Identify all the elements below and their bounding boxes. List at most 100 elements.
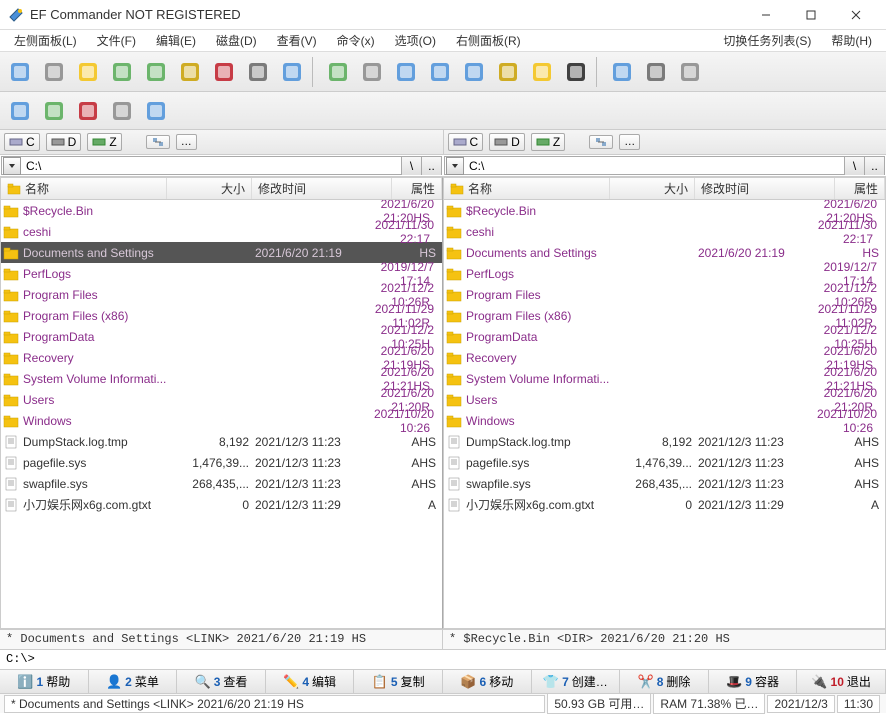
path-up-right[interactable]: .. bbox=[864, 157, 884, 175]
folder-icon bbox=[3, 204, 19, 218]
path-drop-right[interactable] bbox=[446, 157, 464, 175]
toolbtn-printer2[interactable] bbox=[640, 56, 672, 88]
toolbtn-world-audio[interactable] bbox=[140, 95, 172, 127]
table-row[interactable]: ceshi2021/11/30 22:17 bbox=[444, 221, 885, 242]
menu-tasklist[interactable]: 切换任务列表(S) bbox=[713, 30, 821, 51]
toolbtn-pyramid[interactable] bbox=[492, 56, 524, 88]
fn-菜单[interactable]: 👤2 菜单 bbox=[89, 670, 178, 693]
toolbtn-network[interactable] bbox=[458, 56, 490, 88]
col-size[interactable]: 大小 bbox=[610, 178, 695, 199]
col-attr[interactable]: 属性 bbox=[392, 178, 442, 199]
folder-icon bbox=[446, 351, 462, 365]
table-row[interactable]: DumpStack.log.tmp8,1922021/12/3 11:23AHS bbox=[444, 431, 885, 452]
drive-c-left[interactable]: C bbox=[4, 133, 40, 151]
toolbtn-folder-nav[interactable] bbox=[606, 56, 638, 88]
drive-z-right[interactable]: Z bbox=[531, 133, 565, 151]
toolbtn-trash2[interactable] bbox=[674, 56, 706, 88]
toolbtn-compare[interactable] bbox=[390, 56, 422, 88]
col-name[interactable]: 名称 bbox=[444, 178, 610, 199]
toolbtn-edit-doc[interactable] bbox=[72, 56, 104, 88]
drive-net-left[interactable] bbox=[146, 135, 170, 149]
fn-删除[interactable]: ✂️8 删除 bbox=[620, 670, 709, 693]
fn-移动[interactable]: 📦6 移动 bbox=[443, 670, 532, 693]
menu-help[interactable]: 帮助(H) bbox=[821, 30, 882, 51]
command-line[interactable]: C:\> bbox=[0, 649, 886, 669]
menu-view[interactable]: 查看(V) bbox=[267, 30, 327, 51]
table-row[interactable]: swapfile.sys268,435,...2021/12/3 11:23AH… bbox=[1, 473, 442, 494]
menu-edit[interactable]: 编辑(E) bbox=[146, 30, 206, 51]
file-date: 2021/12/3 11:29 bbox=[698, 498, 838, 512]
toolbtn-search-folder[interactable] bbox=[526, 56, 558, 88]
path-input-right[interactable]: C:\ bbox=[465, 159, 844, 173]
menu-disk[interactable]: 磁盘(D) bbox=[206, 30, 267, 51]
filelist-right[interactable]: $Recycle.Bin2021/6/20 21:20HSceshi2021/1… bbox=[444, 200, 885, 628]
toolbtn-mail[interactable] bbox=[276, 56, 308, 88]
col-attr[interactable]: 属性 bbox=[835, 178, 885, 199]
minimize-button[interactable] bbox=[743, 1, 788, 29]
drive-ellipsis-left[interactable]: … bbox=[176, 134, 197, 150]
drive-c-right[interactable]: C bbox=[448, 133, 484, 151]
drive-d-left[interactable]: D bbox=[46, 133, 82, 151]
toolbtn-magnifier[interactable] bbox=[38, 56, 70, 88]
file-date: 2021/12/3 11:23 bbox=[255, 435, 395, 449]
drivebar-right: C D Z … bbox=[444, 130, 886, 154]
toolbtn-printer[interactable] bbox=[242, 56, 274, 88]
table-row[interactable]: 小刀娱乐网x6g.com.gtxt02021/12/3 11:29A bbox=[1, 494, 442, 515]
table-row[interactable]: pagefile.sys1,476,39...2021/12/3 11:23AH… bbox=[444, 452, 885, 473]
toolbtn-disc[interactable] bbox=[106, 95, 138, 127]
menu-right-panel[interactable]: 右侧面板(R) bbox=[446, 30, 531, 51]
toolbtn-copy-doc[interactable] bbox=[140, 56, 172, 88]
drive-z-left[interactable]: Z bbox=[87, 133, 121, 151]
path-up-left[interactable]: .. bbox=[421, 157, 441, 175]
toolbtn-new-doc[interactable] bbox=[106, 56, 138, 88]
fn-查看[interactable]: 🔍3 查看 bbox=[177, 670, 266, 693]
table-row[interactable]: Windows2021/10/20 10:26 bbox=[444, 410, 885, 431]
drive-d-right[interactable]: D bbox=[489, 133, 525, 151]
filelist-left[interactable]: $Recycle.Bin2021/6/20 21:20HSceshi2021/1… bbox=[1, 200, 442, 628]
toolbtn-trash[interactable] bbox=[208, 56, 240, 88]
menu-command[interactable]: 命令(x) bbox=[327, 30, 385, 51]
drive-net-right[interactable] bbox=[589, 135, 613, 149]
toolbtn-monitor[interactable] bbox=[4, 95, 36, 127]
table-row[interactable]: swapfile.sys268,435,...2021/12/3 11:23AH… bbox=[444, 473, 885, 494]
file-name: Recovery bbox=[23, 351, 355, 365]
col-name[interactable]: 名称 bbox=[1, 178, 167, 199]
fn-退出[interactable]: 🔌10 退出 bbox=[797, 670, 886, 693]
path-root-left[interactable]: \ bbox=[401, 157, 421, 175]
drive-ellipsis-right[interactable]: … bbox=[619, 134, 640, 150]
file-size: 8,192 bbox=[170, 435, 255, 449]
menu-left-panel[interactable]: 左侧面板(L) bbox=[4, 30, 87, 51]
fn-容器[interactable]: 🎩9 容器 bbox=[709, 670, 798, 693]
file-name: ProgramData bbox=[23, 330, 355, 344]
toolbtn-world-block[interactable] bbox=[72, 95, 104, 127]
menu-options[interactable]: 选项(O) bbox=[385, 30, 446, 51]
maximize-button[interactable] bbox=[788, 1, 833, 29]
toolbtn-refresh[interactable] bbox=[322, 56, 354, 88]
fn-编辑[interactable]: ✏️4 编辑 bbox=[266, 670, 355, 693]
table-row[interactable]: DumpStack.log.tmp8,1922021/12/3 11:23AHS bbox=[1, 431, 442, 452]
close-button[interactable] bbox=[833, 1, 878, 29]
toolbtn-zoom[interactable] bbox=[356, 56, 388, 88]
path-root-right[interactable]: \ bbox=[844, 157, 864, 175]
table-row[interactable]: pagefile.sys1,476,39...2021/12/3 11:23AH… bbox=[1, 452, 442, 473]
path-input-left[interactable]: C:\ bbox=[22, 159, 401, 173]
toolbtn-archive[interactable] bbox=[174, 56, 206, 88]
fn-复制[interactable]: 📋5 复制 bbox=[354, 670, 443, 693]
col-date[interactable]: 修改时间 bbox=[695, 178, 835, 199]
table-row[interactable]: Windows2021/10/20 10:26 bbox=[1, 410, 442, 431]
menu-file[interactable]: 文件(F) bbox=[87, 30, 146, 51]
bottom-statusbar: * Documents and Settings <LINK> 2021/6/2… bbox=[0, 693, 886, 713]
fn-创建…[interactable]: 👕7 创建… bbox=[532, 670, 621, 693]
fn-帮助[interactable]: ℹ️1 帮助 bbox=[0, 670, 89, 693]
toolbtn-console[interactable] bbox=[560, 56, 592, 88]
table-row[interactable]: 小刀娱乐网x6g.com.gtxt02021/12/3 11:29A bbox=[444, 494, 885, 515]
toolbtn-sync[interactable] bbox=[424, 56, 456, 88]
path-drop-left[interactable] bbox=[3, 157, 21, 175]
toolbtn-window[interactable] bbox=[4, 56, 36, 88]
file-date: 2021/12/3 11:23 bbox=[255, 456, 395, 470]
file-date: 2021/12/3 11:23 bbox=[698, 477, 838, 491]
toolbtn-world-arrow[interactable] bbox=[38, 95, 70, 127]
table-row[interactable]: ceshi2021/11/30 22:17 bbox=[1, 221, 442, 242]
col-size[interactable]: 大小 bbox=[167, 178, 252, 199]
col-date[interactable]: 修改时间 bbox=[252, 178, 392, 199]
